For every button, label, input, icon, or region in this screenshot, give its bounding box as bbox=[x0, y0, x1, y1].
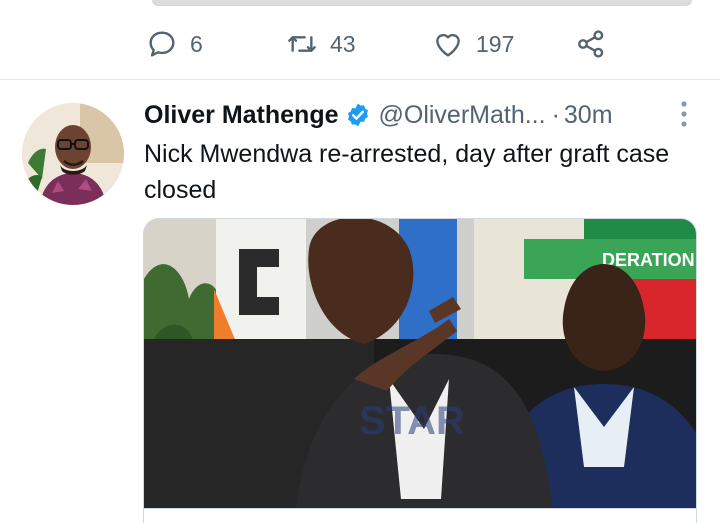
tweet-time[interactable]: 30m bbox=[564, 101, 613, 130]
like-icon bbox=[436, 33, 460, 57]
separator-dot: · bbox=[551, 100, 560, 129]
more-options-icon[interactable] bbox=[678, 100, 690, 130]
reply-count: 6 bbox=[190, 30, 203, 57]
tweet-text: Nick Mwendwa re-arrested, day after graf… bbox=[144, 140, 670, 204]
previous-tweet-actions: 6 43 197 bbox=[0, 24, 720, 64]
like-button[interactable]: 197 bbox=[432, 24, 514, 64]
previous-tweet-media[interactable] bbox=[152, 0, 692, 6]
share-icon bbox=[578, 30, 604, 58]
display-name[interactable]: Oliver Mathenge bbox=[144, 101, 339, 130]
reply-icon bbox=[149, 31, 175, 57]
retweet-button[interactable]: 43 bbox=[286, 24, 356, 64]
tweet-divider bbox=[0, 79, 720, 80]
watermark-text: STAR bbox=[359, 399, 465, 443]
tweet-media-image[interactable]: DERATION AI STAR bbox=[143, 218, 697, 523]
avatar[interactable] bbox=[22, 103, 124, 205]
tweet-header: Oliver Mathenge @OliverMath... · 30m bbox=[144, 97, 704, 133]
retweet-icon bbox=[288, 36, 316, 52]
tweet-media-footer bbox=[143, 508, 697, 523]
like-count: 197 bbox=[476, 30, 515, 57]
user-handle[interactable]: @OliverMath... bbox=[379, 101, 546, 130]
verified-badge-icon bbox=[347, 103, 368, 127]
share-button[interactable] bbox=[575, 24, 607, 64]
retweet-count: 43 bbox=[330, 30, 356, 57]
reply-button[interactable]: 6 bbox=[146, 24, 203, 64]
